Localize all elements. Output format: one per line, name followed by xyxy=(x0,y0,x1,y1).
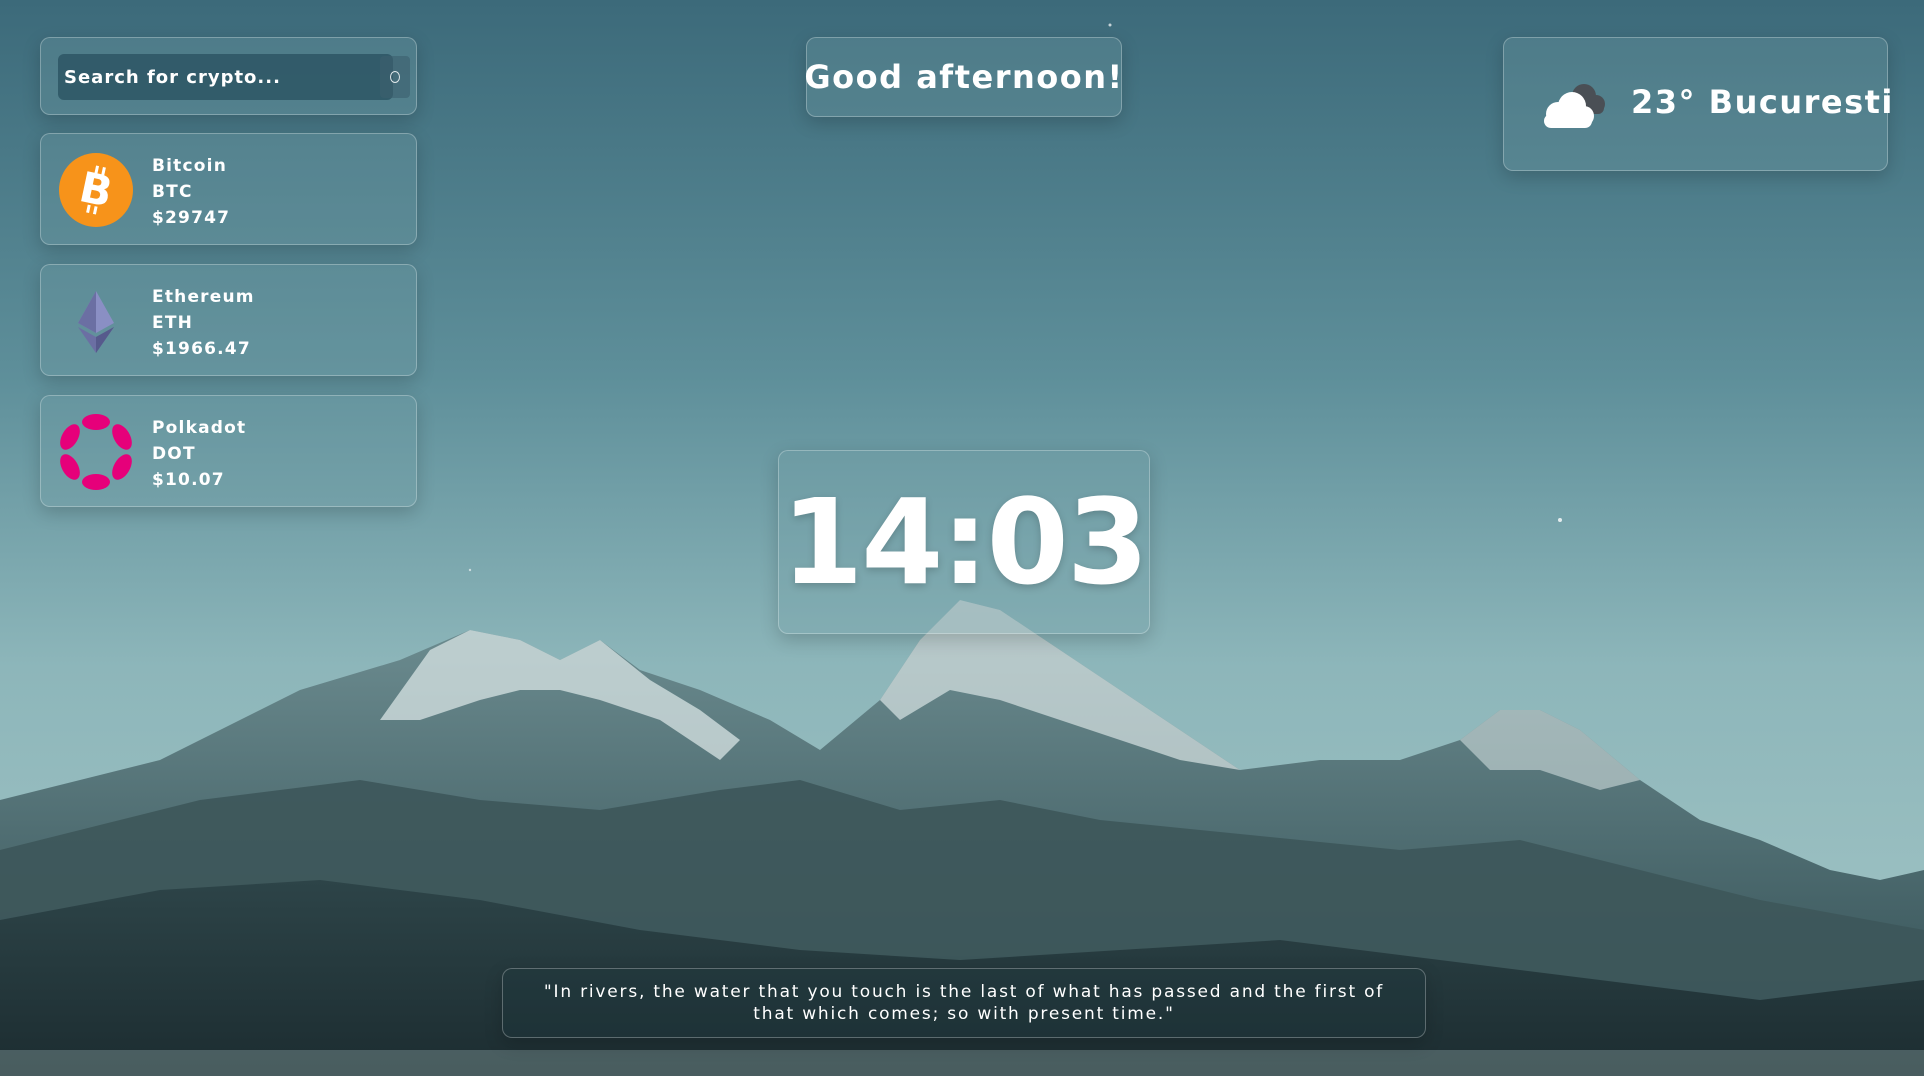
coin-symbol: BTC xyxy=(152,182,193,202)
coin-price: $1966.47 xyxy=(152,339,251,359)
quote-text: "In rivers, the water that you touch is … xyxy=(543,982,1385,1024)
coin-symbol: DOT xyxy=(152,444,196,464)
weather-text: 23° Bucuresti xyxy=(1631,83,1894,121)
cloud-icon xyxy=(1544,84,1605,128)
polkadot-icon xyxy=(60,414,132,490)
coin-card-polkadot[interactable]: Polkadot DOT $10.07 xyxy=(40,395,417,507)
quote-panel: "In rivers, the water that you touch is … xyxy=(502,968,1426,1038)
bitcoin-icon: B xyxy=(59,153,133,227)
clock-time: 14:03 xyxy=(781,473,1149,611)
coin-symbol: ETH xyxy=(152,313,194,333)
search-icon xyxy=(390,71,400,83)
weather-panel: 23° Bucuresti xyxy=(1503,37,1892,171)
coin-card-bitcoin[interactable]: B Bitcoin BTC $29747 xyxy=(40,133,417,245)
coin-name: Bitcoin xyxy=(152,156,227,176)
coin-card-ethereum[interactable]: Ethereum ETH $1966.47 xyxy=(40,264,417,376)
coin-price: $10.07 xyxy=(152,470,225,490)
clock-panel: 14:03 xyxy=(778,450,1150,634)
coin-price: $29747 xyxy=(152,208,231,228)
greeting-panel: Good afternoon! xyxy=(804,37,1124,117)
coin-name: Polkadot xyxy=(152,418,247,438)
greeting-text: Good afternoon! xyxy=(804,58,1124,96)
search-panel xyxy=(40,37,417,115)
search-button[interactable] xyxy=(380,56,410,98)
coin-name: Ethereum xyxy=(152,287,255,307)
ethereum-icon xyxy=(78,291,114,353)
search-input[interactable] xyxy=(58,54,393,100)
